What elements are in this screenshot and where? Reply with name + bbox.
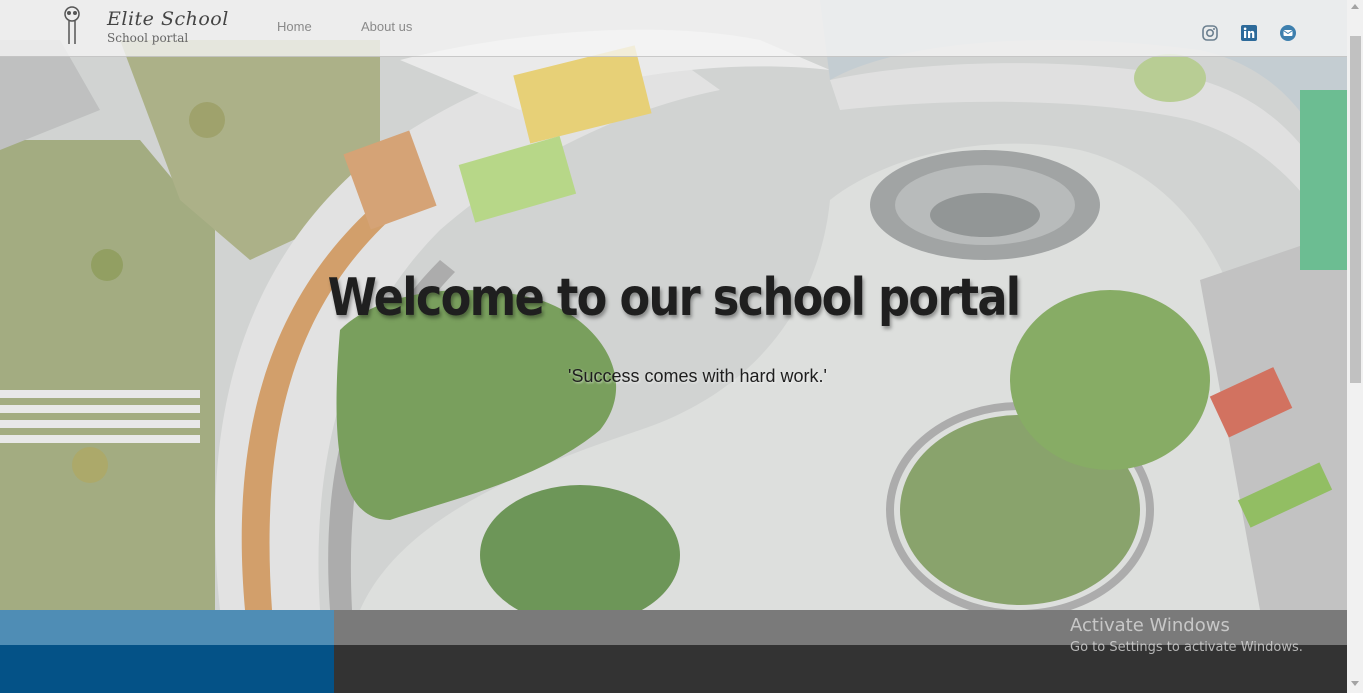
- footer-band-blue-dark: [0, 645, 334, 693]
- scroll-down-arrow-icon[interactable]: [1351, 681, 1359, 686]
- hero-title: Welcome to our school portal: [327, 268, 1022, 328]
- scroll-up-arrow-icon[interactable]: [1351, 4, 1359, 9]
- brand-name[interactable]: Elite School: [107, 8, 229, 30]
- school-key-icon[interactable]: [60, 6, 84, 46]
- activate-windows-subtitle: Go to Settings to activate Windows.: [1070, 640, 1303, 655]
- nav-about-link[interactable]: About us: [361, 19, 412, 34]
- nav-home-link[interactable]: Home: [277, 19, 312, 34]
- footer-band-blue-light: [0, 610, 334, 645]
- instagram-icon[interactable]: [1202, 25, 1218, 41]
- scrollbar-thumb[interactable]: [1350, 36, 1361, 383]
- linkedin-icon[interactable]: [1241, 25, 1257, 41]
- activate-windows-title: Activate Windows: [1070, 615, 1230, 636]
- brand-tagline: School portal: [107, 31, 189, 45]
- hero-quote: 'Success comes with hard work.': [568, 366, 827, 386]
- mail-icon[interactable]: [1280, 25, 1296, 41]
- site-header: Elite School School portal Home About us: [0, 0, 1347, 57]
